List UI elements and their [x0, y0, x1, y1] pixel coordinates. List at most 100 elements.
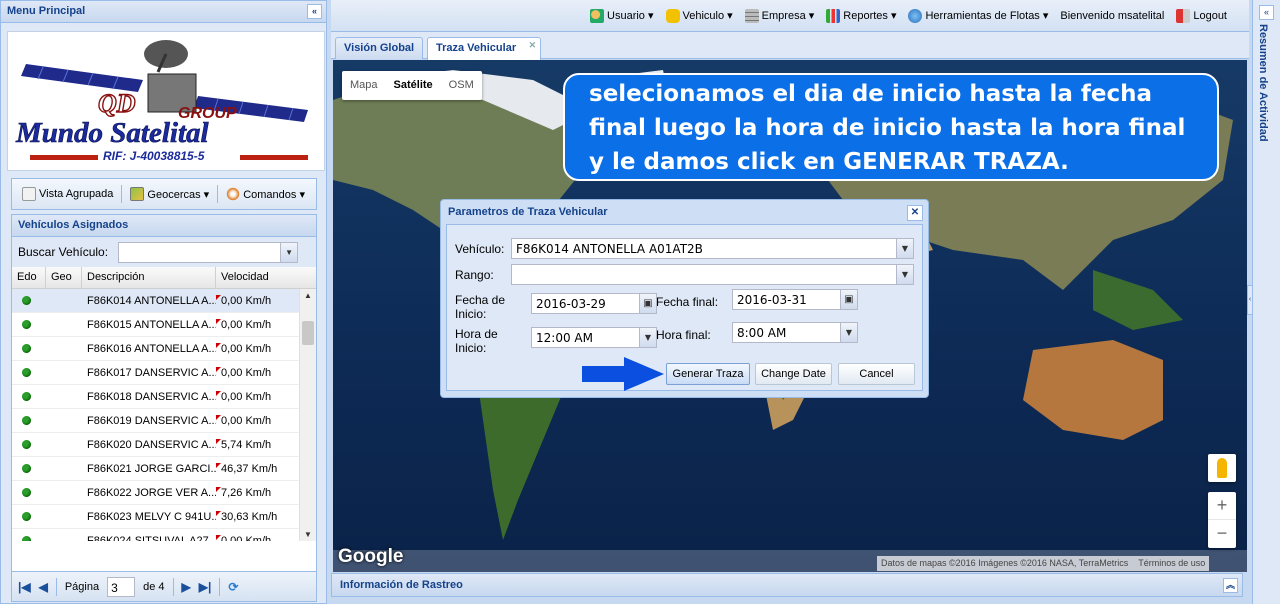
vehiculo-value: F86K014 ANTONELLA A01AT2B [516, 242, 703, 256]
chevron-down-icon[interactable]: ▼ [280, 242, 298, 262]
toolbar-separator [217, 185, 219, 203]
description-cell: F86K017 DANSERVIC A... [87, 366, 216, 379]
users-icon [590, 8, 605, 23]
expand-right-panel-icon[interactable]: « [1259, 5, 1274, 20]
status-dot-icon [22, 416, 31, 425]
dirty-marker [216, 438, 221, 444]
hora-inicio-value: 12:00 AM [536, 331, 593, 345]
geocercas-label: Geocercas ▾ [147, 188, 210, 201]
table-row[interactable]: F86K021 JORGE GARCI... 46,37 Km/h [12, 457, 316, 481]
table-row[interactable]: F86K015 ANTONELLA A... 0,00 Km/h [12, 313, 316, 337]
zoom-out-button[interactable]: − [1208, 520, 1236, 548]
col-edo[interactable]: Edo [12, 267, 46, 288]
table-row[interactable]: F86K014 ANTONELLA A... 0,00 Km/h [12, 289, 316, 313]
hora-final-select[interactable]: 8:00 AM ▼ [732, 322, 858, 343]
grid-scrollbar[interactable]: ▲ ▼ [299, 289, 316, 541]
status-cell [12, 440, 46, 449]
table-row[interactable]: F86K024 SITSUVAL A27... 0,00 Km/h [12, 529, 316, 541]
arrow-right-icon [582, 357, 664, 391]
tracking-info-panel: Información de Rastreo ︽ [331, 573, 1243, 597]
col-descripcion[interactable]: Descripción [82, 267, 216, 288]
terms-link[interactable]: Términos de uso [1138, 558, 1205, 569]
hora-inicio-select[interactable]: 12:00 AM ▼ [531, 327, 657, 348]
tab-traza-vehicular[interactable]: Traza Vehicular ✕ [427, 37, 542, 60]
refresh-icon[interactable]: ⟳ [228, 580, 238, 594]
map-type-osm[interactable]: OSM [441, 71, 482, 100]
status-dot-icon [22, 440, 31, 449]
dirty-marker [216, 390, 221, 396]
collapse-left-icon[interactable]: « [307, 4, 322, 19]
tab-bar: Visión Global Traza Vehicular ✕ [331, 32, 1249, 60]
scroll-thumb[interactable] [302, 321, 314, 345]
comandos-button[interactable]: Comandos ▾ [222, 185, 309, 203]
attribution-text: Datos de mapas ©2016 Imágenes ©2016 NASA… [881, 558, 1129, 568]
col-velocidad[interactable]: Velocidad [216, 267, 296, 288]
splitter-handle[interactable]: ‹ [1247, 285, 1253, 315]
table-row[interactable]: F86K017 DANSERVIC A... 0,00 Km/h [12, 361, 316, 385]
table-row[interactable]: F86K020 DANSERVIC A... 5,74 Km/h [12, 433, 316, 457]
speed-value: 5,74 Km/h [221, 438, 272, 451]
last-page-icon[interactable]: ▶| [199, 580, 212, 594]
geocercas-button[interactable]: Geocercas ▾ [126, 185, 213, 203]
description-cell: F86K016 ANTONELLA A... [87, 342, 216, 355]
chevron-down-icon[interactable]: ▼ [896, 265, 913, 284]
globe-icon [908, 8, 923, 23]
table-row[interactable]: F86K019 DANSERVIC A... 0,00 Km/h [12, 409, 316, 433]
map-type-mapa[interactable]: Mapa [342, 71, 386, 100]
first-page-icon[interactable]: |◀ [18, 580, 31, 594]
table-row[interactable]: F86K022 JORGE VER A... 7,26 Km/h [12, 481, 316, 505]
dirty-marker [216, 342, 221, 348]
calendar-icon[interactable]: ▣ [639, 294, 656, 313]
description-cell: F86K020 DANSERVIC A... [87, 438, 216, 451]
nav-herramientas[interactable]: Herramientas de Flotas ▾ [908, 8, 1048, 23]
table-row[interactable]: F86K018 DANSERVIC A... 0,00 Km/h [12, 385, 316, 409]
calendar-icon[interactable]: ▣ [840, 290, 857, 309]
close-tab-icon[interactable]: ✕ [529, 40, 537, 51]
grid-header: Edo Geo Descripción Velocidad [12, 267, 316, 289]
expand-up-icon[interactable]: ︽ [1223, 578, 1238, 593]
zoom-in-button[interactable]: + [1208, 492, 1236, 520]
chevron-down-icon[interactable]: ▼ [896, 239, 913, 258]
page-number-input[interactable]: 3 [107, 576, 136, 597]
nav-reportes[interactable]: Reportes ▾ [826, 8, 896, 23]
cancel-button[interactable]: Cancel [838, 363, 915, 385]
chevron-down-icon[interactable]: ▼ [840, 323, 857, 342]
nav-usuario[interactable]: Usuario ▾ [590, 8, 654, 23]
speed-cell: 0,00 Km/h [216, 366, 296, 379]
speed-cell: 30,63 Km/h [216, 510, 296, 523]
logout-link[interactable]: Logout [1176, 8, 1227, 23]
rango-select[interactable]: ▼ [511, 264, 914, 285]
map-type-satelite[interactable]: Satélite [386, 71, 441, 100]
scroll-down-icon[interactable]: ▼ [304, 530, 312, 539]
speed-cell: 46,37 Km/h [216, 462, 296, 475]
nav-vehiculo[interactable]: Vehiculo ▾ [665, 8, 733, 23]
scroll-up-icon[interactable]: ▲ [304, 291, 312, 300]
fecha-inicio-label: Fecha de Inicio: [455, 293, 506, 321]
vista-agrupada-button[interactable]: Vista Agrupada [18, 185, 117, 203]
nav-empresa[interactable]: Empresa ▾ [744, 8, 814, 23]
tab-vision-global[interactable]: Visión Global [335, 37, 424, 59]
fecha-inicio-field[interactable]: 2016-03-29 ▣ [531, 293, 657, 314]
change-date-button[interactable]: Change Date [755, 363, 832, 385]
left-panel-header: Menu Principal « [1, 1, 326, 23]
chevron-down-icon[interactable]: ▼ [639, 328, 656, 347]
col-geo[interactable]: Geo [46, 267, 82, 288]
vehiculo-select[interactable]: F86K014 ANTONELLA A01AT2B ▼ [511, 238, 914, 259]
close-dialog-icon[interactable]: ✕ [907, 205, 923, 221]
vehicle-search-input[interactable]: ▼ [118, 241, 299, 263]
next-page-icon[interactable]: ▶ [182, 580, 191, 594]
status-cell [12, 488, 46, 497]
street-view-pegman-icon[interactable] [1208, 454, 1236, 482]
table-row[interactable]: F86K023 MELVY C 941U... 30,63 Km/h [12, 505, 316, 529]
speed-value: 0,00 Km/h [221, 294, 272, 307]
fecha-final-field[interactable]: 2016-03-31 ▣ [732, 289, 858, 310]
status-cell [12, 416, 46, 425]
prev-page-icon[interactable]: ◀ [39, 580, 48, 594]
status-cell [12, 368, 46, 377]
speed-value: 0,00 Km/h [221, 366, 272, 379]
table-row[interactable]: F86K016 ANTONELLA A... 0,00 Km/h [12, 337, 316, 361]
speed-cell: 0,00 Km/h [216, 342, 296, 355]
speed-cell: 0,00 Km/h [216, 414, 296, 427]
generar-traza-button[interactable]: Generar Traza [666, 363, 750, 385]
dirty-marker [216, 366, 221, 372]
